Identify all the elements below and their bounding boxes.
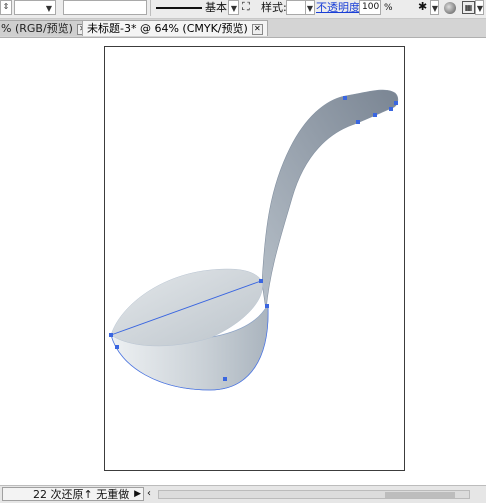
anchor-point[interactable] <box>389 107 393 111</box>
opacity-link[interactable]: 不透明度: <box>316 1 364 15</box>
chevron-down-icon: ▼ <box>230 4 238 13</box>
brush-icon[interactable]: ✱ <box>418 1 427 13</box>
brush-dropdown[interactable]: ▼ <box>430 0 439 15</box>
variable-width-field[interactable] <box>63 0 147 15</box>
chevron-down-icon: ▼ <box>476 4 484 13</box>
opacity-input[interactable]: 100 <box>359 0 381 15</box>
tab-rgb-document[interactable]: % (RGB/预览)✕ <box>0 20 93 36</box>
tab-label: 未标题-3* @ 64% (CMYK/预览) <box>87 22 248 35</box>
anchor-point[interactable] <box>259 279 263 283</box>
play-icon[interactable]: ▶ <box>134 488 141 501</box>
anchor-point[interactable] <box>356 120 360 124</box>
document-tab-bar: % (RGB/预览)✕ 未标题-3* @ 64% (CMYK/预览)✕ <box>0 19 486 38</box>
stroke-style-dropdown[interactable]: ▼ <box>228 0 239 15</box>
stroke-weight-dropdown[interactable]: ▼ <box>14 0 56 15</box>
grid-icon[interactable]: ▦ <box>462 1 475 14</box>
globe-icon[interactable] <box>444 2 456 14</box>
anchor-point[interactable] <box>109 333 113 337</box>
control-bar: ⇕ ▼ 基本 ▼ ⛶ 样式: ▼ 不透明度: 100 % ✱ ▼ ▦ ▼ <box>0 0 486 19</box>
scrollbar-thumb[interactable] <box>385 492 455 498</box>
ladle-handle[interactable] <box>261 89 399 311</box>
close-icon[interactable]: ✕ <box>251 23 263 35</box>
chevron-down-icon: ▼ <box>431 4 439 13</box>
anchor-point[interactable] <box>343 96 347 100</box>
style-dropdown[interactable]: ▼ <box>305 0 315 15</box>
ladle-artwork[interactable] <box>0 38 486 485</box>
tab-label: % (RGB/预览) <box>1 22 73 35</box>
horizontal-scrollbar[interactable] <box>158 490 470 499</box>
anchor-point[interactable] <box>394 101 398 105</box>
undo-status-text: 22 次还原↑ 无重做 <box>33 488 130 501</box>
canvas-workspace[interactable] <box>0 38 486 485</box>
scroll-left-arrow[interactable]: ‹ <box>147 488 151 500</box>
stroke-weight-stepper[interactable]: ⇕ <box>0 0 12 15</box>
transform-icon[interactable]: ⛶ <box>242 1 254 13</box>
anchor-point[interactable] <box>373 113 377 117</box>
anchor-point[interactable] <box>265 304 269 308</box>
style-swatch[interactable] <box>286 0 306 15</box>
tab-untitled-3[interactable]: 未标题-3* @ 64% (CMYK/预览) ✕ <box>82 20 268 36</box>
undo-status-box[interactable]: 22 次还原↑ 无重做 ▶ <box>2 487 144 501</box>
stroke-style-label: 基本 <box>205 1 227 14</box>
anchor-point[interactable] <box>115 345 119 349</box>
toolbar-divider <box>150 0 151 16</box>
stepper-icon: ⇕ <box>2 2 10 11</box>
chevron-down-icon: ▼ <box>306 4 314 13</box>
brush-stroke-preview[interactable] <box>156 7 202 9</box>
opacity-percent: % <box>384 3 393 13</box>
arrange-dropdown[interactable]: ▼ <box>475 0 484 15</box>
anchor-point[interactable] <box>223 377 227 381</box>
chevron-down-icon: ▼ <box>45 4 53 13</box>
status-bar: 22 次还原↑ 无重做 ▶ ‹ <box>0 485 486 503</box>
style-label: 样式: <box>261 1 287 14</box>
